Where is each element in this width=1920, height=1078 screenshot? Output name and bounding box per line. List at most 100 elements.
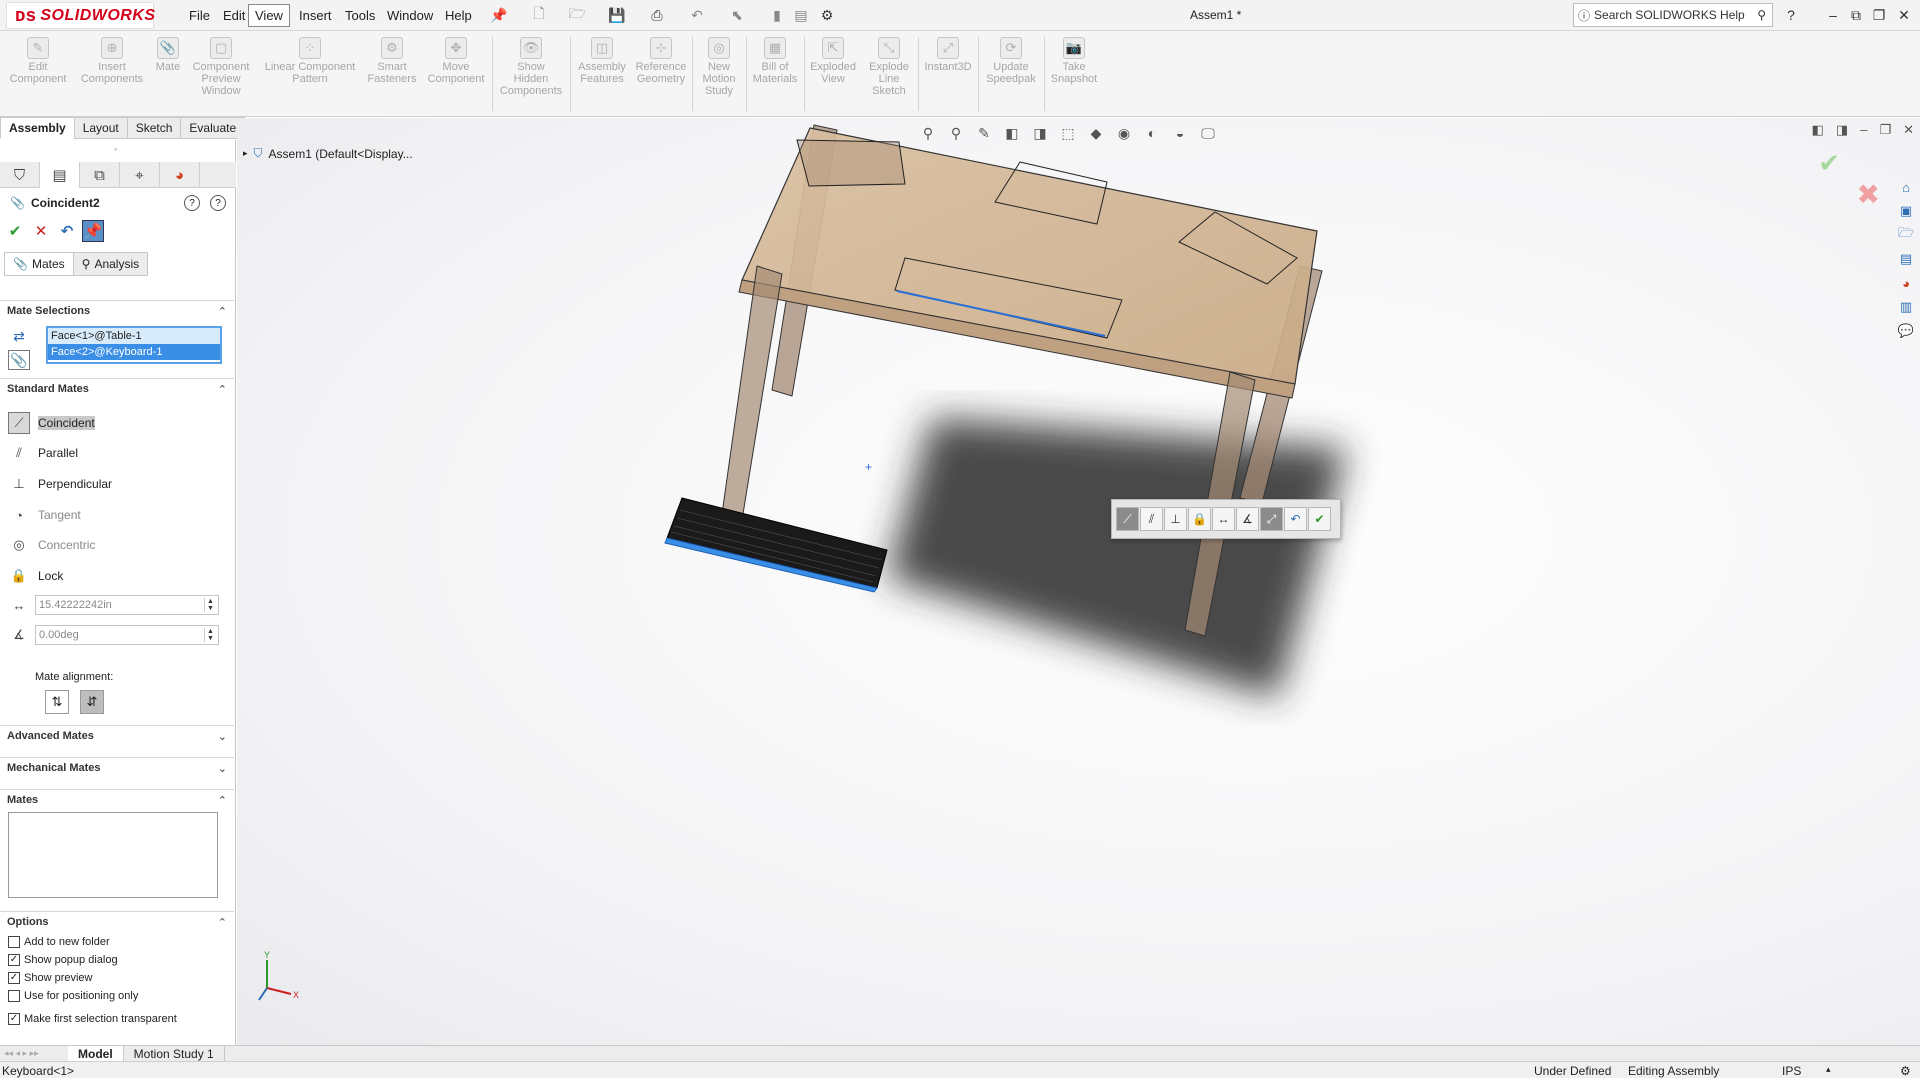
- assembly-features-button[interactable]: ◫ Assembly Features: [574, 37, 630, 85]
- exploded-view-button[interactable]: ⇱ Exploded View: [806, 37, 860, 85]
- spinner-arrows-icon[interactable]: ▲ ▼: [204, 628, 216, 642]
- tab-sketch[interactable]: Sketch: [126, 117, 182, 139]
- checkbox[interactable]: [8, 990, 20, 1002]
- configuration-manager-icon[interactable]: ⧉: [80, 162, 120, 188]
- search-input[interactable]: ⓘ Search SOLIDWORKS Help ⚲: [1573, 3, 1773, 27]
- menu-view[interactable]: View: [248, 4, 290, 27]
- spinner-arrows-icon[interactable]: ▲ ▼: [204, 598, 216, 612]
- graphics-viewport[interactable]: ▸ ⛉ Assem1 (Default<Display... ⚲ ⚲ ✎ ◧ ◨…: [237, 118, 1920, 1045]
- property-manager-icon[interactable]: ▤: [40, 162, 80, 188]
- angle-input[interactable]: 0.00deg ▲ ▼: [35, 625, 219, 645]
- show-popup-dialog-checkbox[interactable]: ✓ Show popup dialog: [8, 954, 118, 966]
- help-question-icon[interactable]: ?: [1780, 4, 1802, 26]
- lock-icon[interactable]: 🔒: [1188, 507, 1211, 531]
- checkbox[interactable]: [8, 936, 20, 948]
- mate-selections-header[interactable]: Mate Selections ⌃: [0, 300, 234, 322]
- move-component-button[interactable]: ✥ Move Component: [424, 37, 488, 85]
- restore-icon[interactable]: ❐: [1868, 4, 1890, 26]
- smart-fasteners-button[interactable]: ⚙ Smart Fasteners: [362, 37, 422, 85]
- model-scene[interactable]: +: [237, 118, 1920, 1045]
- file-properties-icon[interactable]: ▤: [792, 6, 810, 24]
- edit-component-button[interactable]: ✎ Edit Component: [8, 37, 68, 85]
- checkbox[interactable]: ✓: [8, 954, 20, 966]
- checkbox[interactable]: ✓: [8, 1013, 20, 1025]
- angle-mate-button[interactable]: ∡: [8, 624, 30, 646]
- tab-model[interactable]: Model: [68, 1045, 124, 1062]
- add-to-new-folder-checkbox[interactable]: Add to new folder: [8, 936, 110, 948]
- table-leg[interactable]: [721, 265, 783, 521]
- tab-motion-study-1[interactable]: Motion Study 1: [124, 1045, 225, 1062]
- show-hidden-components-button[interactable]: 👁 Show Hidden Components: [496, 37, 566, 97]
- solidworks-logo[interactable]: ᴅs SOLIDWORKS: [6, 2, 155, 29]
- new-motion-study-button[interactable]: ◎ New Motion Study: [696, 37, 742, 97]
- pin-icon[interactable]: 📌: [490, 6, 508, 24]
- update-speedpak-button[interactable]: ⟳ Update Speedpak: [980, 37, 1042, 85]
- cancel-x-icon[interactable]: ✕: [30, 220, 52, 242]
- open-icon[interactable]: 🗁: [568, 5, 586, 24]
- print-icon[interactable]: ⎙: [648, 6, 666, 24]
- mate-button[interactable]: 📎 Mate: [152, 37, 184, 73]
- coincident-mate-button[interactable]: ⟋ Coincident: [8, 412, 95, 434]
- options-gear-icon[interactable]: ⚙: [818, 6, 836, 24]
- coincident-icon[interactable]: ⟋: [1116, 507, 1139, 531]
- take-snapshot-button[interactable]: 📷 Take Snapshot: [1046, 37, 1102, 85]
- undo-icon[interactable]: ↶: [56, 220, 78, 242]
- multi-mate-mode-icon[interactable]: 📎: [8, 350, 30, 370]
- mechanical-mates-header[interactable]: Mechanical Mates ⌄: [0, 757, 234, 779]
- tab-analysis[interactable]: ⚲ Analysis: [72, 252, 149, 276]
- checkbox[interactable]: ✓: [8, 972, 20, 984]
- select-icon[interactable]: ⬉: [728, 6, 746, 24]
- reference-geometry-button[interactable]: ⊹ Reference Geometry: [632, 37, 690, 85]
- component-preview-window-button[interactable]: ▢ Component Preview Window: [186, 37, 256, 97]
- standard-mates-header[interactable]: Standard Mates ⌃: [0, 378, 234, 400]
- make-first-selection-transparent-checkbox[interactable]: ✓ Make first selection transparent: [8, 1013, 177, 1025]
- distance-mate-button[interactable]: ↔: [8, 594, 30, 616]
- menu-help[interactable]: Help: [440, 6, 477, 25]
- mates-list[interactable]: [8, 812, 218, 898]
- distance-input[interactable]: 15.42222242in ▲ ▼: [35, 595, 219, 615]
- minimize-icon[interactable]: –: [1822, 4, 1844, 26]
- tab-scroll-arrows-icon[interactable]: ◂◂ ◂ ▸ ▸▸: [0, 1048, 68, 1059]
- flip-alignment-icon[interactable]: ⤢: [1260, 507, 1283, 531]
- mate-selections-list[interactable]: Face<1>@Table-1 Face<2>@Keyboard-1: [46, 326, 222, 364]
- bill-of-materials-button[interactable]: ▦ Bill of Materials: [748, 37, 802, 85]
- search-icon[interactable]: ⚲: [1757, 8, 1766, 22]
- keep-visible-pin-icon[interactable]: 📌: [82, 220, 104, 242]
- tab-layout[interactable]: Layout: [73, 117, 128, 139]
- units-selector[interactable]: IPS: [1782, 1064, 1801, 1078]
- undo-icon[interactable]: ↶: [1284, 507, 1307, 531]
- feature-manager-icon[interactable]: ⛉: [0, 162, 40, 188]
- menu-tools[interactable]: Tools: [340, 6, 380, 25]
- rebuild-icon[interactable]: ▮: [768, 6, 786, 24]
- tangent-mate-button[interactable]: ◔ Tangent: [8, 504, 81, 526]
- list-item[interactable]: Face<1>@Table-1: [48, 328, 220, 344]
- angle-icon[interactable]: ∡: [1236, 507, 1259, 531]
- menu-file[interactable]: File: [184, 6, 215, 25]
- help-icon[interactable]: ?: [210, 195, 226, 211]
- whats-wrong-icon[interactable]: ?: [184, 195, 200, 211]
- lock-mate-button[interactable]: 🔒 Lock: [8, 565, 63, 587]
- close-icon[interactable]: ✕: [1893, 4, 1915, 26]
- panel-collapse-handle[interactable]: ◦: [114, 144, 117, 154]
- distance-icon[interactable]: ↔: [1212, 507, 1235, 531]
- mates-header[interactable]: Mates ⌃: [0, 789, 234, 811]
- show-preview-checkbox[interactable]: ✓ Show preview: [8, 972, 92, 984]
- linear-component-pattern-button[interactable]: ⁘ Linear Component Pattern: [260, 37, 360, 85]
- perpendicular-mate-button[interactable]: ⊥ Perpendicular: [8, 473, 112, 495]
- perpendicular-icon[interactable]: ⊥: [1164, 507, 1187, 531]
- insert-components-button[interactable]: ⊕ Insert Components: [76, 37, 148, 85]
- dimxpert-manager-icon[interactable]: ⌖: [120, 162, 160, 188]
- advanced-mates-header[interactable]: Advanced Mates ⌄: [0, 725, 234, 747]
- parallel-mate-button[interactable]: ⫽ Parallel: [8, 442, 78, 464]
- options-header[interactable]: Options ⌃: [0, 911, 234, 933]
- undo-icon[interactable]: ↶: [688, 6, 706, 24]
- instant3d-button[interactable]: ⤢ Instant3D: [920, 37, 976, 73]
- new-document-icon[interactable]: 🗋: [530, 5, 548, 24]
- menu-edit[interactable]: Edit: [218, 6, 250, 25]
- menu-insert[interactable]: Insert: [294, 6, 337, 25]
- menu-window[interactable]: Window: [382, 6, 438, 25]
- use-for-positioning-only-checkbox[interactable]: Use for positioning only: [8, 990, 138, 1002]
- tab-evaluate[interactable]: Evaluate: [180, 117, 246, 139]
- aligned-button[interactable]: ⇅: [45, 690, 69, 714]
- tab-assembly[interactable]: Assembly: [0, 117, 75, 139]
